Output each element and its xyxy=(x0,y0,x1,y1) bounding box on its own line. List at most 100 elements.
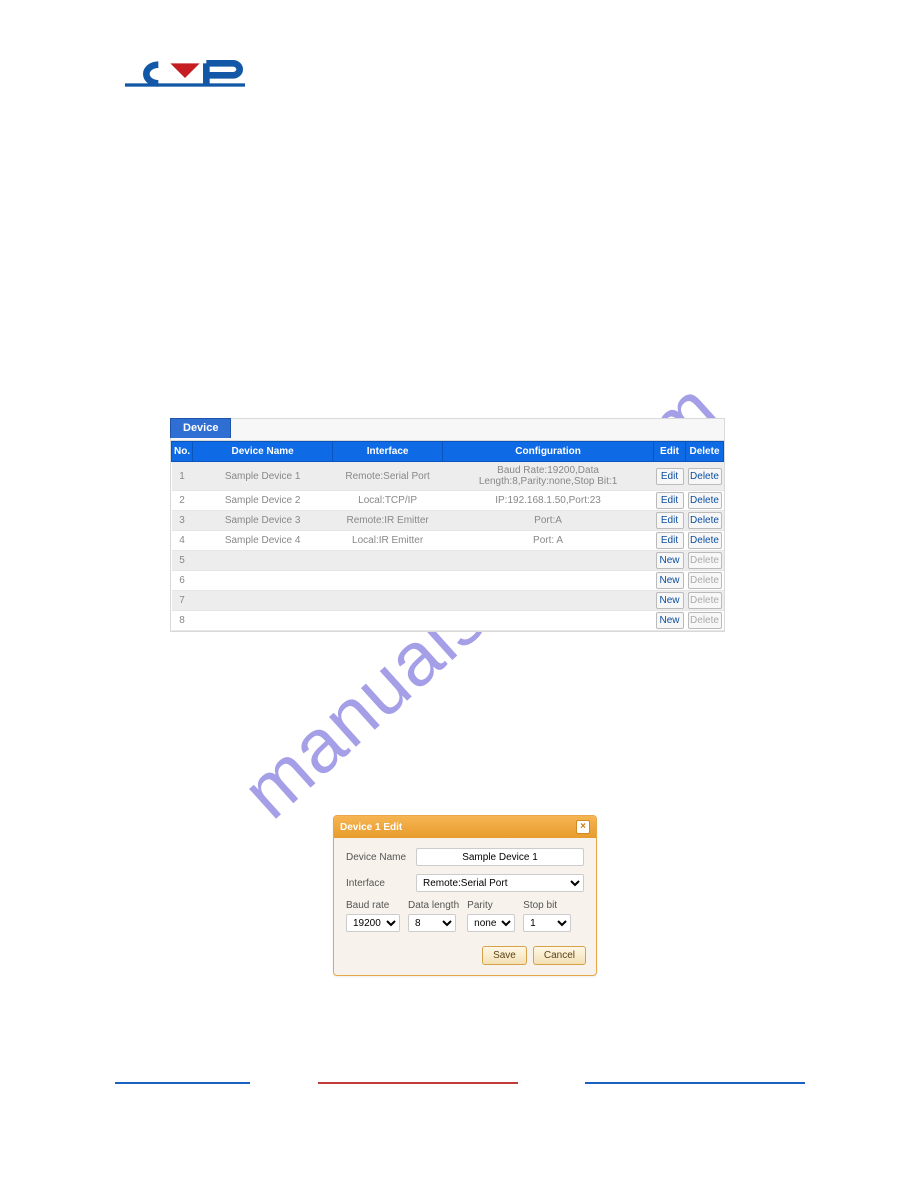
cell-delete: Delete xyxy=(686,591,724,611)
cell-configuration xyxy=(443,611,654,631)
col-header-del: Delete xyxy=(686,442,724,462)
table-row: 4Sample Device 4Local:IR EmitterPort: AE… xyxy=(172,531,724,551)
label-device-name: Device Name xyxy=(346,852,416,863)
cell-no: 8 xyxy=(172,611,193,631)
table-row: 6 NewDelete xyxy=(172,571,724,591)
cell-device-name xyxy=(193,591,333,611)
cell-interface xyxy=(333,591,443,611)
cell-device-name: Sample Device 4 xyxy=(193,531,333,551)
brand-logo xyxy=(118,58,252,90)
tab-row: Device xyxy=(171,419,724,441)
table-row: 2Sample Device 2Local:TCP/IPIP:192.168.1… xyxy=(172,491,724,511)
table-row: 5NewDelete xyxy=(172,551,724,571)
cell-delete: Delete xyxy=(686,571,724,591)
col-header-name: Device Name xyxy=(193,442,333,462)
cell-no: 2 xyxy=(172,491,193,511)
cell-interface: Local:TCP/IP xyxy=(333,491,443,511)
cancel-button[interactable]: Cancel xyxy=(533,946,586,965)
footer-divider-bars xyxy=(115,1082,805,1084)
delete-button[interactable]: Delete xyxy=(688,512,722,529)
col-header-edit: Edit xyxy=(654,442,686,462)
delete-button: Delete xyxy=(688,612,722,629)
delete-button: Delete xyxy=(688,572,722,589)
cell-edit: Edit xyxy=(654,511,686,531)
new-button[interactable]: New xyxy=(656,552,684,569)
cell-edit: Edit xyxy=(654,491,686,511)
edit-button[interactable]: Edit xyxy=(656,468,684,485)
table-row: 8 NewDelete xyxy=(172,611,724,631)
cell-device-name xyxy=(193,571,333,591)
cell-no: 4 xyxy=(172,531,193,551)
cell-configuration xyxy=(443,551,654,571)
parity-select[interactable]: none xyxy=(467,914,515,932)
cyp-logo-svg xyxy=(118,58,252,90)
table-row: 3Sample Device 3Remote:IR EmitterPort:AE… xyxy=(172,511,724,531)
device-name-input[interactable] xyxy=(416,848,584,866)
cell-delete: Delete xyxy=(686,511,724,531)
device-panel: Device No. Device Name Interface Configu… xyxy=(170,418,725,632)
close-icon[interactable]: × xyxy=(576,820,590,834)
cell-no: 6 xyxy=(172,571,193,591)
label-data-length: Data length xyxy=(408,900,459,911)
cell-edit: Edit xyxy=(654,531,686,551)
device-table-header-row: No. Device Name Interface Configuration … xyxy=(172,442,724,462)
cell-configuration: Port:A xyxy=(443,511,654,531)
stop-bit-select[interactable]: 1 xyxy=(523,914,571,932)
table-row: 1Sample Device 1Remote:Serial PortBaud R… xyxy=(172,462,724,491)
table-row: 7 NewDelete xyxy=(172,591,724,611)
interface-select[interactable]: Remote:Serial Port xyxy=(416,874,584,892)
cell-delete: Delete xyxy=(686,491,724,511)
label-parity: Parity xyxy=(467,900,515,911)
footer-bar-left xyxy=(115,1082,250,1084)
label-interface: Interface xyxy=(346,878,416,889)
delete-button: Delete xyxy=(688,592,722,609)
cell-delete: Delete xyxy=(686,462,724,491)
cell-delete: Delete xyxy=(686,551,724,571)
device-table: No. Device Name Interface Configuration … xyxy=(171,441,724,631)
cell-no: 3 xyxy=(172,511,193,531)
new-button[interactable]: New xyxy=(656,572,684,589)
cell-no: 1 xyxy=(172,462,193,491)
cell-configuration xyxy=(443,571,654,591)
dialog-footer: Save Cancel xyxy=(334,938,596,975)
delete-button[interactable]: Delete xyxy=(688,492,722,509)
dialog-body: Device Name Interface Remote:Serial Port… xyxy=(334,838,596,938)
cell-configuration: IP:192.168.1.50,Port:23 xyxy=(443,491,654,511)
cell-edit: New xyxy=(654,551,686,571)
dialog-title-text: Device 1 Edit xyxy=(340,822,402,833)
edit-button[interactable]: Edit xyxy=(656,532,684,549)
cell-configuration: Port: A xyxy=(443,531,654,551)
cell-edit: New xyxy=(654,591,686,611)
cell-device-name xyxy=(193,551,333,571)
cell-device-name: Sample Device 1 xyxy=(193,462,333,491)
cell-edit: Edit xyxy=(654,462,686,491)
cell-no: 7 xyxy=(172,591,193,611)
save-button[interactable]: Save xyxy=(482,946,527,965)
cell-device-name: Sample Device 2 xyxy=(193,491,333,511)
footer-bar-right xyxy=(585,1082,805,1084)
new-button[interactable]: New xyxy=(656,612,684,629)
cell-interface xyxy=(333,551,443,571)
cell-delete: Delete xyxy=(686,611,724,631)
cell-interface: Remote:Serial Port xyxy=(333,462,443,491)
tab-device[interactable]: Device xyxy=(170,418,231,438)
cell-interface xyxy=(333,571,443,591)
cell-edit: New xyxy=(654,571,686,591)
baud-select[interactable]: 19200 xyxy=(346,914,400,932)
cell-edit: New xyxy=(654,611,686,631)
col-header-no: No. xyxy=(172,442,193,462)
col-header-conf: Configuration xyxy=(443,442,654,462)
cell-configuration: Baud Rate:19200,Data Length:8,Parity:non… xyxy=(443,462,654,491)
label-baud: Baud rate xyxy=(346,900,400,911)
cell-device-name: Sample Device 3 xyxy=(193,511,333,531)
delete-button: Delete xyxy=(688,552,722,569)
delete-button[interactable]: Delete xyxy=(688,532,722,549)
new-button[interactable]: New xyxy=(656,592,684,609)
device-edit-dialog: Device 1 Edit × Device Name Interface Re… xyxy=(333,815,597,976)
edit-button[interactable]: Edit xyxy=(656,512,684,529)
cell-delete: Delete xyxy=(686,531,724,551)
delete-button[interactable]: Delete xyxy=(688,468,722,485)
data-length-select[interactable]: 8 xyxy=(408,914,456,932)
dialog-titlebar: Device 1 Edit × xyxy=(334,816,596,838)
edit-button[interactable]: Edit xyxy=(656,492,684,509)
